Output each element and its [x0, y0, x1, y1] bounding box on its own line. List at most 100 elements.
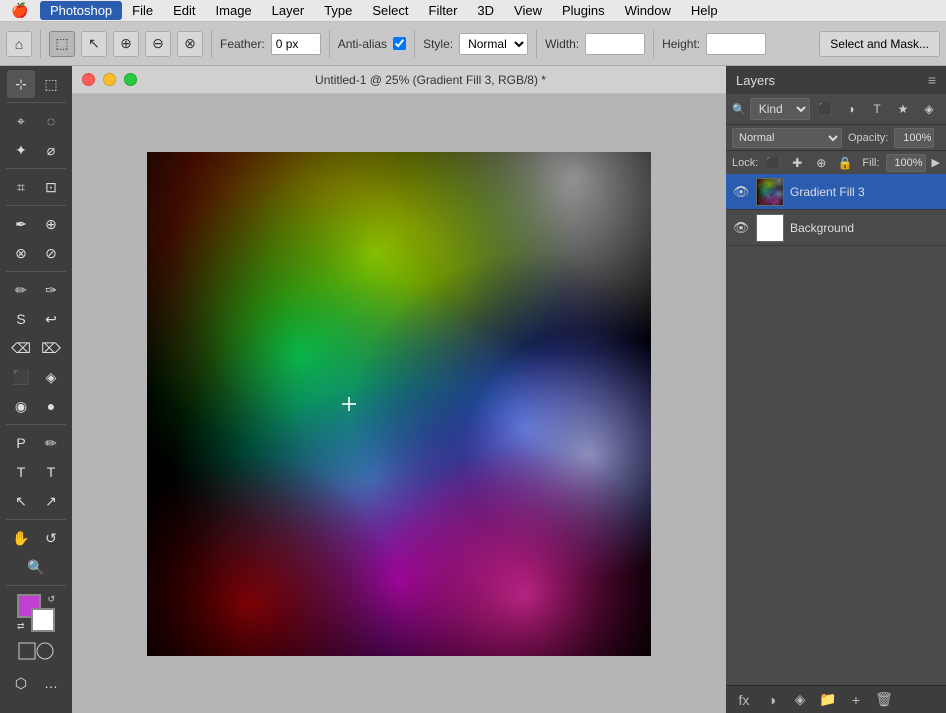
height-input[interactable]: [706, 33, 766, 55]
menubar: 🍎 Photoshop File Edit Image Layer Type S…: [0, 0, 946, 22]
layer-item-background[interactable]: 👁 Background: [726, 210, 946, 246]
menu-select[interactable]: Select: [362, 1, 418, 20]
filter-shape-icon[interactable]: ★: [892, 98, 914, 120]
dodge-tool[interactable]: ◉: [7, 392, 35, 420]
window-titlebar: Untitled-1 @ 25% (Gradient Fill 3, RGB/8…: [72, 66, 726, 94]
filter-pixel-icon[interactable]: ⬛: [814, 98, 836, 120]
screen-mode-btn[interactable]: ⬡: [7, 669, 35, 697]
group-layer-icon[interactable]: 📁: [818, 690, 838, 710]
swap-colors-icon[interactable]: ⇄: [17, 621, 25, 632]
tool-separator-6: [6, 519, 66, 520]
background-color[interactable]: [31, 608, 55, 632]
layer-mask-icon[interactable]: ◑: [762, 690, 782, 710]
direct-select[interactable]: ↗: [37, 487, 65, 515]
pencil-tool[interactable]: ✑: [37, 276, 65, 304]
path-select[interactable]: ↖: [7, 487, 35, 515]
menu-3d[interactable]: 3D: [467, 1, 504, 20]
marquee-move-icon[interactable]: ↖: [81, 31, 107, 57]
quick-select-tool[interactable]: ✦: [7, 136, 35, 164]
history-brush[interactable]: ↩: [37, 305, 65, 333]
filter-kind-select[interactable]: Kind: [750, 98, 810, 120]
pen-tool[interactable]: P: [7, 429, 35, 457]
lock-position-icon[interactable]: ✚: [788, 154, 806, 172]
healing-brush[interactable]: ⊗: [7, 239, 35, 267]
freeform-pen[interactable]: ✏: [37, 429, 65, 457]
burn-tool[interactable]: ●: [37, 392, 65, 420]
antialias-checkbox[interactable]: [393, 37, 406, 50]
new-layer-icon[interactable]: +: [846, 690, 866, 710]
menu-help[interactable]: Help: [681, 1, 728, 20]
brush-tool[interactable]: ✏: [7, 276, 35, 304]
marquee-sub-icon[interactable]: ⊖: [145, 31, 171, 57]
canvas-container[interactable]: [72, 94, 726, 713]
clone-stamp[interactable]: S: [7, 305, 35, 333]
type-tool[interactable]: T: [7, 458, 35, 486]
vertical-type[interactable]: T: [37, 458, 65, 486]
opacity-input[interactable]: [894, 128, 934, 148]
minimize-button[interactable]: [103, 73, 116, 86]
menu-photoshop[interactable]: Photoshop: [40, 1, 122, 20]
lock-artboard-icon[interactable]: ⊕: [812, 154, 830, 172]
delete-layer-icon[interactable]: 🗑: [874, 690, 894, 710]
blend-mode-select[interactable]: Normal: [732, 128, 842, 148]
marquee-int-icon[interactable]: ⊗: [177, 31, 203, 57]
menu-edit[interactable]: Edit: [163, 1, 205, 20]
extra-btn[interactable]: …: [37, 669, 65, 697]
menu-layer[interactable]: Layer: [262, 1, 315, 20]
select-and-mask-button[interactable]: Select and Mask...: [819, 31, 940, 57]
fill-input[interactable]: [886, 154, 926, 172]
color-sampler[interactable]: ⊕: [37, 210, 65, 238]
magic-wand[interactable]: ⌀: [37, 136, 65, 164]
bg-eraser[interactable]: ⌦: [37, 334, 65, 362]
reset-colors-icon[interactable]: ↺: [47, 594, 55, 605]
menu-filter[interactable]: Filter: [419, 1, 468, 20]
maximize-button[interactable]: [124, 73, 137, 86]
style-select[interactable]: Normal: [459, 33, 528, 55]
hand-tool[interactable]: ✋: [7, 524, 35, 552]
patch-tool[interactable]: ⊘: [37, 239, 65, 267]
menu-image[interactable]: Image: [206, 1, 262, 20]
zoom-tool[interactable]: 🔍: [22, 553, 50, 581]
filter-type-icon[interactable]: T: [866, 98, 888, 120]
layer-fx-icon[interactable]: fx: [734, 690, 754, 710]
lasso-tool[interactable]: ⌖: [7, 107, 35, 135]
rotate-view[interactable]: ↺: [37, 524, 65, 552]
toolbar-separator-4: [414, 30, 415, 58]
tool-separator-5: [6, 424, 66, 425]
tool-separator-7: [6, 585, 66, 586]
layer-visibility-gradient[interactable]: 👁: [732, 183, 750, 201]
apple-menu[interactable]: 🍎: [0, 2, 40, 19]
width-input[interactable]: [585, 33, 645, 55]
layer-name-gradient: Gradient Fill 3: [790, 185, 940, 199]
menu-type[interactable]: Type: [314, 1, 362, 20]
menu-view[interactable]: View: [504, 1, 552, 20]
paint-bucket[interactable]: ◈: [37, 363, 65, 391]
adjustment-layer-icon[interactable]: ◈: [790, 690, 810, 710]
quick-mask-btn[interactable]: [17, 641, 55, 661]
home-icon[interactable]: ⌂: [6, 31, 32, 57]
eraser-tool[interactable]: ⌫: [7, 334, 35, 362]
marquee-add-icon[interactable]: ⊕: [113, 31, 139, 57]
artboard-tool[interactable]: ⬚: [37, 70, 65, 98]
slice-tool[interactable]: ⊡: [37, 173, 65, 201]
filter-smart-icon[interactable]: ◈: [918, 98, 940, 120]
crop-tool[interactable]: ⌗: [7, 173, 35, 201]
layers-filter-bar: 🔍 Kind ⬛ ◑ T ★ ◈: [726, 94, 946, 124]
eyedropper-tool[interactable]: ✒: [7, 210, 35, 238]
layers-close-icon[interactable]: ≡: [928, 72, 936, 88]
menu-plugins[interactable]: Plugins: [552, 1, 615, 20]
layer-visibility-background[interactable]: 👁: [732, 219, 750, 237]
move-tool[interactable]: ⊹: [7, 70, 35, 98]
marquee-rect-icon[interactable]: ⬚: [49, 31, 75, 57]
menu-window[interactable]: Window: [615, 1, 681, 20]
filter-adjustment-icon[interactable]: ◑: [840, 98, 862, 120]
lock-pixels-icon[interactable]: ⬛: [764, 154, 782, 172]
extra-tools: ⬡ …: [7, 637, 65, 697]
lock-all-icon[interactable]: 🔒: [836, 154, 854, 172]
close-button[interactable]: [82, 73, 95, 86]
feather-input[interactable]: [271, 33, 321, 55]
polygonal-lasso[interactable]: ◌: [37, 107, 65, 135]
layer-item-gradient[interactable]: 👁 Gradient Fill 3: [726, 174, 946, 210]
menu-file[interactable]: File: [122, 1, 163, 20]
gradient-tool[interactable]: ⬛: [7, 363, 35, 391]
